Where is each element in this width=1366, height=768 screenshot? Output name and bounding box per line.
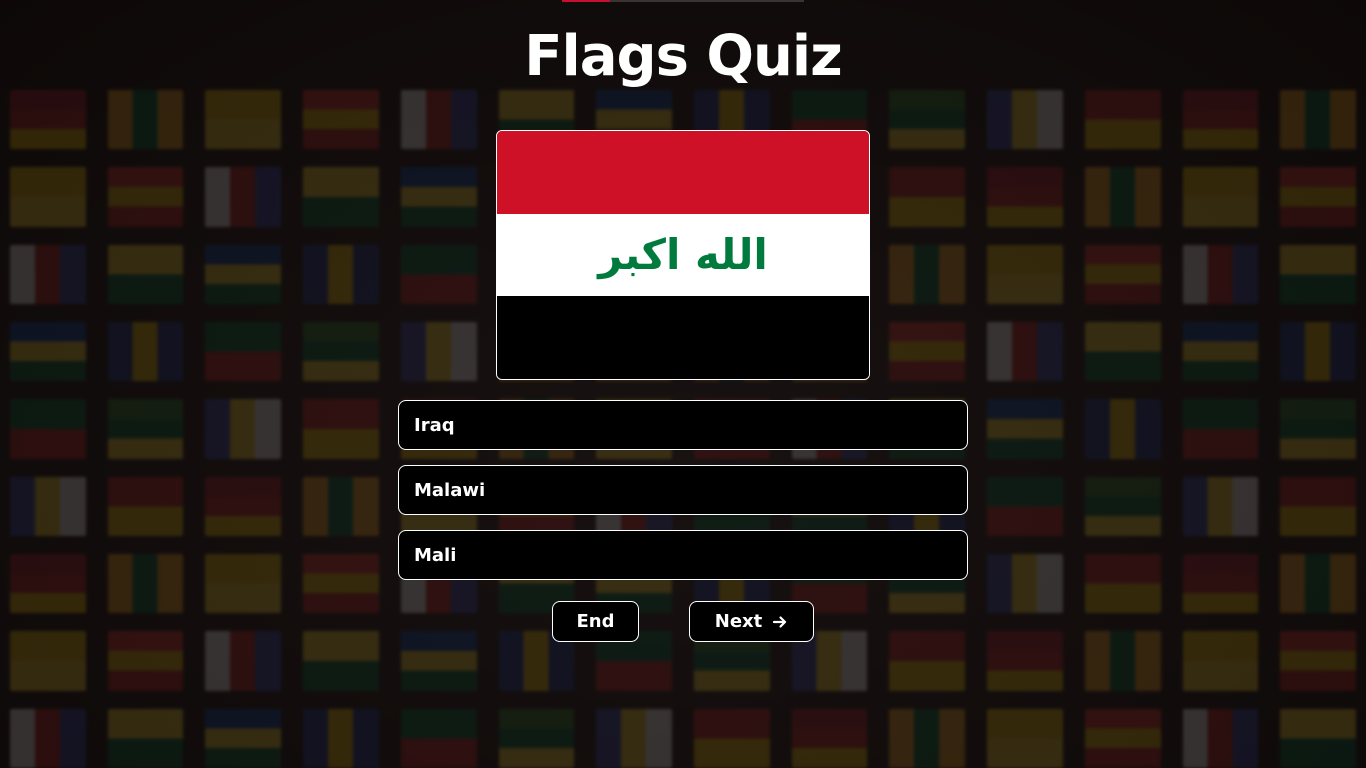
flag-stripe-white: الله اكبر xyxy=(497,213,869,297)
background-overlay xyxy=(0,0,1366,768)
next-button-label: Next xyxy=(714,611,763,632)
answer-option-label: Iraq xyxy=(414,414,455,436)
next-button[interactable]: Next xyxy=(689,601,814,642)
quiz-page: Flags Quiz الله اكبر Iraq Malawi Mali En… xyxy=(0,0,1366,768)
answer-option-malawi[interactable]: Malawi xyxy=(398,465,968,515)
page-title: Flags Quiz xyxy=(524,24,842,89)
flag-stripe-black xyxy=(497,296,869,379)
end-button[interactable]: End xyxy=(552,601,639,642)
answer-option-label: Malawi xyxy=(414,479,486,501)
progress-bar xyxy=(562,0,804,2)
flag-stripe-red xyxy=(497,131,869,214)
flag-emblem-text: الله اكبر xyxy=(598,230,768,279)
answer-option-label: Mali xyxy=(414,544,457,566)
arrow-right-icon xyxy=(773,615,787,628)
end-button-label: End xyxy=(576,611,615,632)
answer-option-mali[interactable]: Mali xyxy=(398,530,968,580)
answer-options: Iraq Malawi Mali xyxy=(398,400,968,595)
flag-image: الله اكبر xyxy=(496,130,870,380)
quiz-controls: End Next xyxy=(0,601,1366,642)
progress-bar-fill xyxy=(562,0,611,2)
answer-option-iraq[interactable]: Iraq xyxy=(398,400,968,450)
